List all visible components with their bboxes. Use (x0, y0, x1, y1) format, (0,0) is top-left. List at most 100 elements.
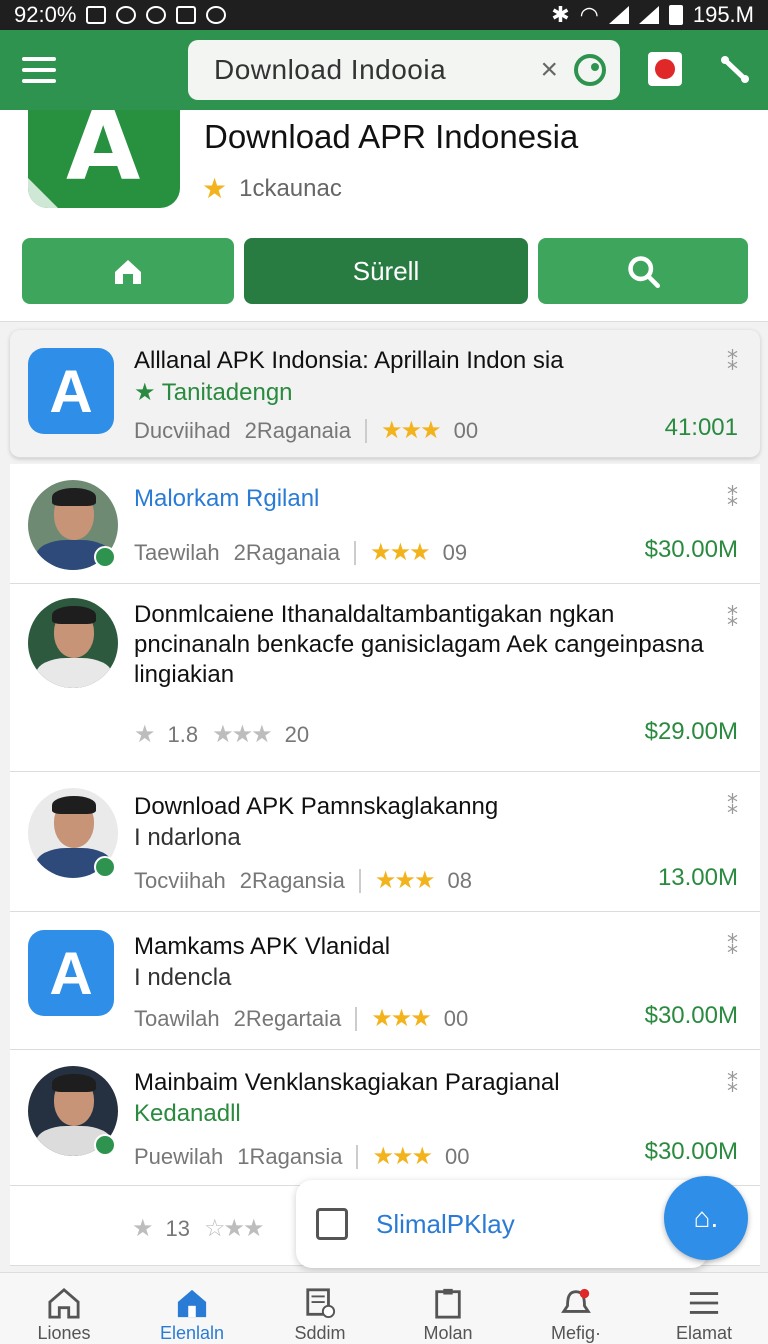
list-item[interactable]: A Alllanal APK Indonsia: Aprillain Indon… (10, 330, 760, 458)
app-bar: Download Indooia × (0, 30, 768, 110)
more-icon[interactable]: ⁑ (727, 1072, 738, 1098)
item-price: $30.00M (644, 536, 738, 563)
item-rating: 09 (442, 539, 468, 565)
search-icon (628, 256, 660, 288)
more-icon[interactable]: ⁑ (727, 934, 738, 960)
item-meta-mid: 2Regartaia (233, 1005, 342, 1031)
results-list: A Alllanal APK Indonsia: Aprillain Indon… (10, 330, 760, 1266)
menu-icon[interactable] (22, 57, 56, 83)
page-title: Download APR Indonesia (204, 118, 579, 155)
dot-icon (206, 6, 227, 24)
nav-item-liones[interactable]: Liones (0, 1273, 128, 1344)
home-icon (115, 260, 141, 284)
nav-item-elenlaln[interactable]: Elenlaln (128, 1273, 256, 1344)
search-query[interactable]: Download Indooia (214, 54, 540, 86)
rating-stars: ★★★ (370, 539, 431, 566)
floating-label[interactable]: SlimalPKlay (376, 1209, 515, 1240)
nav-item-molan[interactable]: Molan (384, 1273, 512, 1344)
more-icon[interactable]: ⁑ (727, 486, 738, 512)
item-rating: 00 (453, 417, 479, 443)
item-subline: I ndarlona (134, 824, 241, 851)
item-meta-left: 1.8 (167, 721, 199, 747)
rating-stars: ★★★ (212, 721, 273, 748)
snapshot-icon (316, 1208, 348, 1240)
record-button[interactable] (648, 52, 682, 86)
refresh-icon[interactable] (574, 54, 606, 86)
app-logo: A (28, 110, 180, 208)
rating-stars: ☆★★ (204, 1215, 265, 1242)
item-price: $30.00M (644, 1138, 738, 1165)
share-icon[interactable] (718, 52, 752, 86)
app-subtitle: ★ 1ckaunac (202, 172, 342, 205)
more-icon[interactable]: ⁑ (727, 350, 738, 376)
home-filled-icon (177, 1289, 207, 1318)
list-item[interactable]: Malorkam Rgilanl Taewilah 2Raganaia ★★★ … (10, 464, 760, 584)
item-meta-mid: 2Ragansia (239, 867, 345, 893)
nav-item-sddim[interactable]: Sddim (256, 1273, 384, 1344)
list-item[interactable]: Donmlcaiene Ithanaldaltambantigakan ngka… (10, 584, 760, 772)
nav-label: Liones (37, 1323, 91, 1343)
add-document-icon (306, 1288, 336, 1319)
item-meta: ★ 13 ☆★★ (132, 1214, 265, 1243)
item-meta-mid: 2Raganaia (233, 539, 341, 565)
status-left-text: 92:0% (14, 2, 77, 27)
nav-item-mefig[interactable]: Mefig· (512, 1273, 640, 1344)
item-meta-mid: 1Ragansia (237, 1143, 343, 1169)
fab-button[interactable]: ⌂. (664, 1176, 748, 1260)
home-button[interactable] (22, 238, 234, 304)
menu-icon (689, 1292, 719, 1314)
item-meta-left: Ducviihad (134, 417, 231, 443)
rating-stars: ★★★ (374, 867, 436, 894)
signal-2-icon (638, 6, 659, 24)
item-rating: 08 (447, 867, 472, 893)
floating-action-bar[interactable]: SlimalPKlay (296, 1180, 708, 1268)
nav-label: Mefig· (550, 1323, 601, 1343)
clear-icon[interactable]: × (540, 53, 558, 87)
item-rating: 00 (443, 1005, 469, 1031)
list-item[interactable]: Download APK Pamnskaglakanng I ndarlona … (10, 772, 760, 912)
item-meta: Tocviihah 2Ragansia ★★★ 08 (134, 866, 472, 895)
search-button[interactable] (538, 238, 748, 304)
list-item[interactable]: A Mamkams APK Vlanidal I ndencla Toawila… (10, 912, 760, 1050)
verified-icon (94, 1134, 116, 1156)
search-input[interactable]: Download Indooia × (188, 40, 620, 100)
wifi-icon: ◠ (579, 2, 599, 27)
gallery-icon (86, 6, 107, 24)
item-rating: 20 (284, 721, 310, 747)
item-meta: ★ 1.8 ★★★ 20 (134, 720, 309, 749)
alarm-icon (116, 6, 137, 24)
bell-icon (561, 1288, 591, 1313)
item-meta: Taewilah 2Raganaia ★★★ 09 (134, 538, 467, 567)
more-icon[interactable]: ⁑ (727, 794, 738, 820)
status-bar: 92:0% ✱ ◠ 195.M (0, 0, 768, 30)
item-meta-mid: 2Raganaia (244, 417, 352, 443)
rating-star: ★ (132, 1215, 153, 1242)
rating-stars: ★★★ (372, 1143, 433, 1170)
primary-button[interactable]: Sürell (244, 238, 528, 304)
notification-icon (176, 6, 197, 24)
nav-item-elamat[interactable]: Elamat (640, 1273, 768, 1344)
list-item[interactable]: Mainbaim Venklanskagiakan Paragianal Ked… (10, 1050, 760, 1186)
item-rating: 00 (445, 1143, 470, 1169)
verified-icon (94, 546, 116, 568)
avatar (28, 598, 118, 688)
item-subline: I ndencla (134, 964, 232, 991)
item-subline: Kedanadll (134, 1100, 241, 1127)
battery-icon (668, 5, 683, 25)
item-title: Mainbaim Venklanskagiakan Paragianal (134, 1069, 560, 1096)
action-buttons: Sürell (22, 238, 748, 304)
status-right-text: 195.M (692, 2, 754, 27)
item-meta-left: Taewilah (134, 539, 220, 565)
item-price: 13.00M (657, 864, 738, 891)
item-title: Mamkams APK Vlanidal (134, 933, 391, 960)
item-subline: ★ Tanitadengn (134, 379, 293, 406)
item-meta-left: 13 (165, 1215, 190, 1241)
star-icon: ★ (202, 173, 228, 204)
clipboard-icon (435, 1288, 461, 1319)
nav-label: Sddim (294, 1323, 346, 1343)
item-title: Donmlcaiene Ithanaldaltambantigakan ngka… (134, 601, 704, 688)
data-icon (146, 6, 167, 24)
nav-label: Molan (423, 1323, 473, 1343)
item-price: $30.00M (644, 1002, 738, 1029)
more-icon[interactable]: ⁑ (727, 606, 738, 632)
